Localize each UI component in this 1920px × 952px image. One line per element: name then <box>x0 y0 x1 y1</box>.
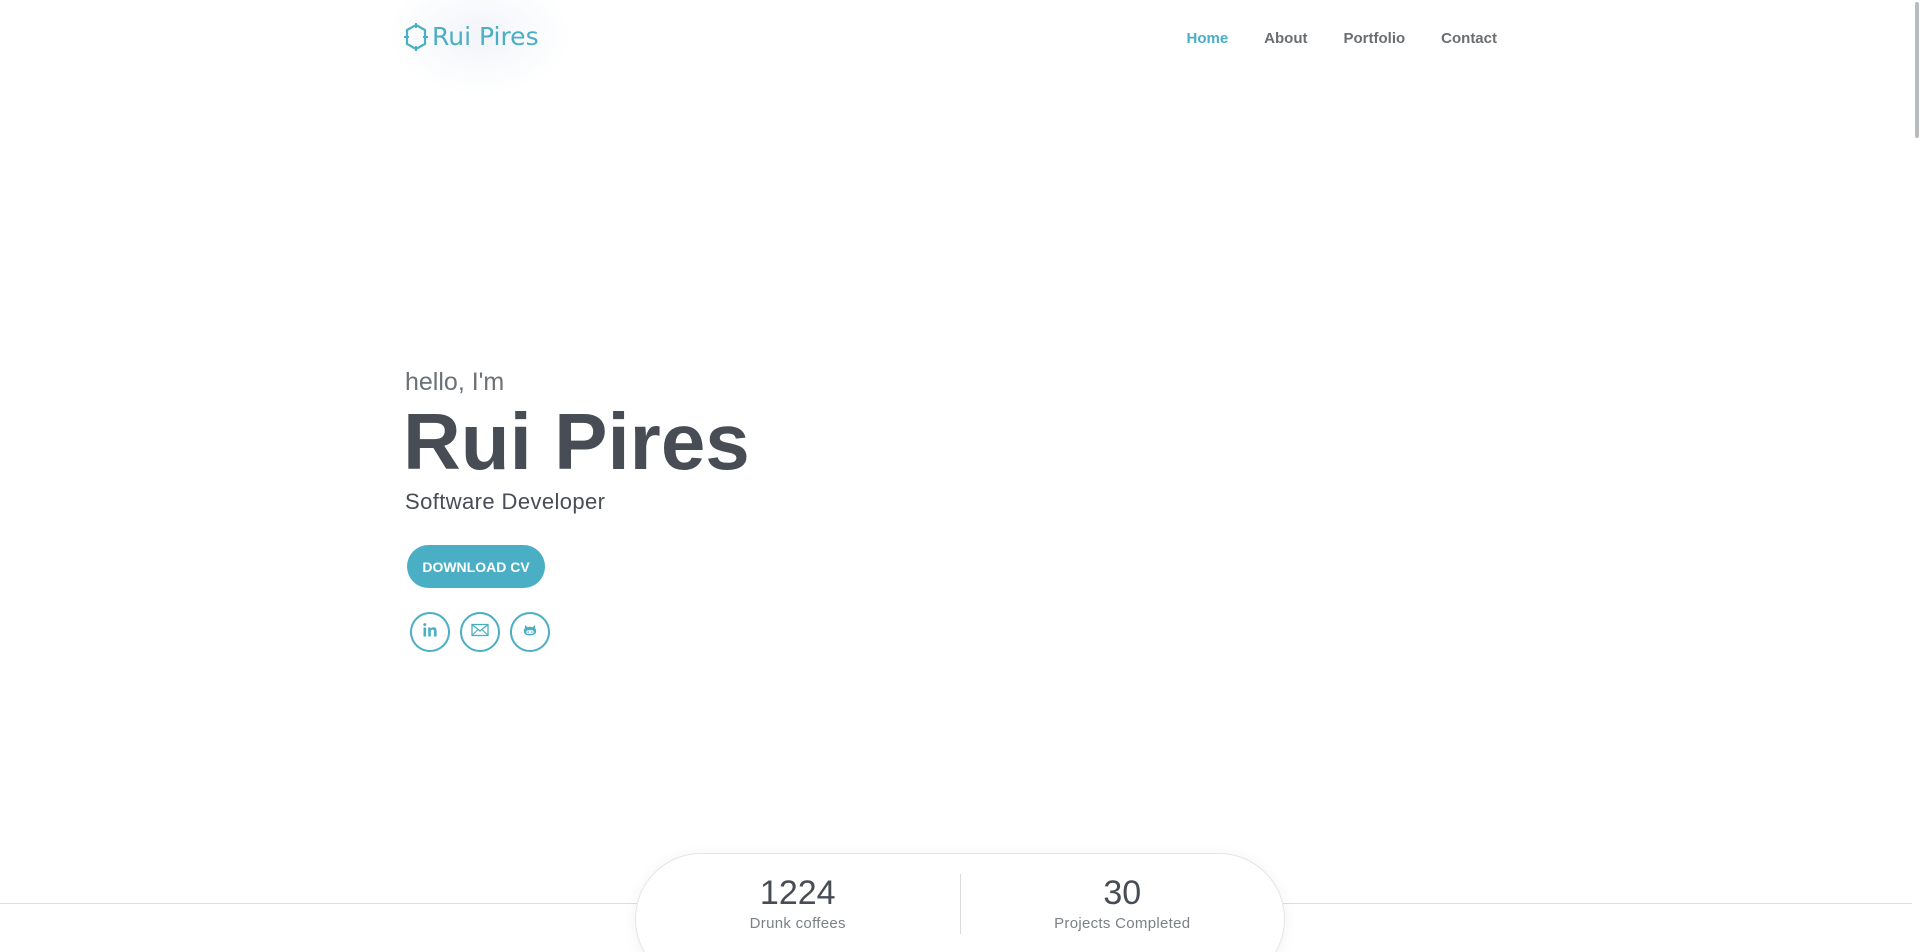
hero-greeting: hello, I'm <box>405 368 505 396</box>
email-icon <box>471 623 489 642</box>
site-header: Rui Pires Home About Portfolio Contact <box>0 0 1920 100</box>
hero-role: Software Developer <box>405 489 606 514</box>
github-link[interactable] <box>510 612 550 652</box>
stat-value: 30 <box>1103 874 1142 912</box>
github-icon <box>522 622 538 643</box>
logo-text: Rui Pires <box>432 22 539 51</box>
hexagon-logo-icon <box>404 22 428 51</box>
hero-section: hello, I'm Rui Pires Software Developer <box>403 368 750 515</box>
nav-home[interactable]: Home <box>1186 30 1228 47</box>
stat-label: Drunk coffees <box>749 915 846 932</box>
nav-portfolio[interactable]: Portfolio <box>1344 30 1406 47</box>
download-cv-button[interactable]: DOWNLOAD CV <box>407 545 545 588</box>
nav-contact[interactable]: Contact <box>1441 30 1497 47</box>
stat-coffees: 1224 Drunk coffees <box>636 854 960 952</box>
page-scrollbar[interactable] <box>1912 0 1920 952</box>
page: Rui Pires Home About Portfolio Contact h… <box>0 0 1920 952</box>
social-links <box>410 612 550 652</box>
nav-about[interactable]: About <box>1264 30 1307 47</box>
hero-name: Rui Pires <box>403 397 750 486</box>
email-link[interactable] <box>460 612 500 652</box>
logo-link[interactable]: Rui Pires <box>404 22 539 51</box>
stat-value: 1224 <box>759 874 836 912</box>
linkedin-icon <box>422 622 438 643</box>
scrollbar-thumb[interactable] <box>1915 2 1919 138</box>
stats-card: 1224 Drunk coffees 30 Projects Completed <box>635 853 1285 952</box>
stat-label: Projects Completed <box>1054 915 1191 932</box>
stat-projects: 30 Projects Completed <box>961 854 1285 952</box>
main-nav: Home About Portfolio Contact <box>1186 30 1497 47</box>
linkedin-link[interactable] <box>410 612 450 652</box>
